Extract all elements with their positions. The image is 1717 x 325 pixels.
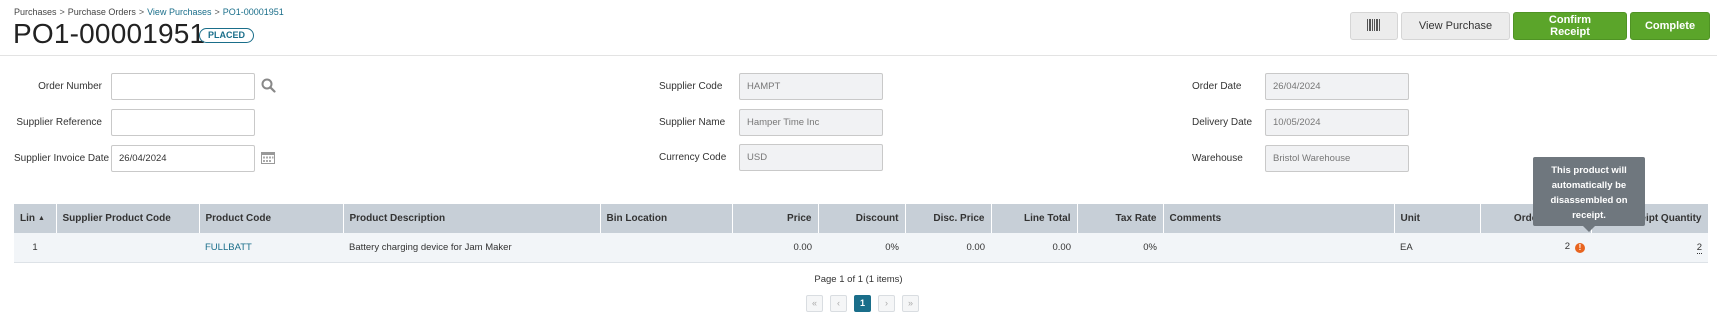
- pagination: « ‹ 1 › »: [806, 295, 919, 312]
- page-title: PO1-00001951: [13, 18, 206, 49]
- cell-comments: [1163, 233, 1394, 263]
- supplier-code-input: [739, 73, 883, 100]
- last-page-icon[interactable]: »: [902, 295, 919, 312]
- currency-code-label: Currency Code: [659, 152, 727, 163]
- supplier-name-field: Supplier Name: [659, 109, 883, 136]
- cell-product-code: FULLBATT: [199, 233, 343, 263]
- supplier-code-field: Supplier Code: [659, 73, 883, 100]
- barcode-icon: [1367, 18, 1381, 34]
- delivery-date-field: Delivery Date: [1192, 109, 1409, 136]
- breadcrumb-purchases[interactable]: Purchases: [14, 7, 57, 17]
- breadcrumb-view-purchases[interactable]: View Purchases: [147, 7, 211, 17]
- warehouse-input: [1265, 145, 1409, 172]
- pager-info: Page 1 of 1 (1 items): [814, 274, 903, 285]
- column-header-bin-location[interactable]: Bin Location: [600, 204, 733, 233]
- breadcrumb: Purchases > Purchase Orders > View Purchases…: [14, 7, 284, 17]
- confirm-receipt-button[interactable]: Confirm Receipt: [1513, 12, 1627, 40]
- column-header-product-code[interactable]: Product Code: [199, 204, 344, 233]
- delivery-date-label: Delivery Date: [1192, 117, 1253, 128]
- column-header-tax-rate[interactable]: Tax Rate: [1077, 204, 1164, 233]
- cell-unit: EA: [1394, 233, 1480, 263]
- warehouse-label: Warehouse: [1192, 153, 1243, 164]
- warning-icon[interactable]: !: [1575, 243, 1585, 254]
- previous-page-icon[interactable]: ‹: [830, 295, 847, 312]
- complete-button[interactable]: Complete: [1630, 12, 1710, 40]
- disassembly-tooltip: This product will automatically be disas…: [1533, 157, 1645, 232]
- view-purchase-button[interactable]: View Purchase: [1401, 12, 1510, 40]
- currency-code-field: Currency Code: [659, 144, 883, 171]
- cell-product-description: Battery charging device for Jam Maker: [343, 233, 600, 263]
- cell-receipt-quantity: 2: [1591, 233, 1708, 263]
- supplier-code-label: Supplier Code: [659, 81, 723, 92]
- order-date-label: Order Date: [1192, 81, 1242, 92]
- supplier-invoice-date-field: Supplier Invoice Date: [14, 145, 275, 172]
- cell-disc-price: 0.00: [905, 233, 991, 263]
- cell-lin: 1: [14, 233, 56, 263]
- table-header-row: Lin ▲ Supplier Product Code Product Code …: [14, 204, 1709, 233]
- cell-tax-rate: 0%: [1077, 233, 1163, 263]
- currency-code-input: [739, 144, 883, 171]
- supplier-invoice-date-label: Supplier Invoice Date: [14, 153, 110, 164]
- delivery-date-input: [1265, 109, 1409, 136]
- barcode-button[interactable]: [1350, 12, 1398, 40]
- supplier-reference-field: Supplier Reference: [0, 109, 255, 136]
- cell-bin-location: [600, 233, 732, 263]
- supplier-name-input: [739, 109, 883, 136]
- supplier-reference-input[interactable]: [111, 109, 255, 136]
- column-header-comments[interactable]: Comments: [1163, 204, 1395, 233]
- column-header-lin[interactable]: Lin ▲: [14, 204, 57, 233]
- breadcrumb-current-po[interactable]: PO1-00001951: [223, 7, 284, 17]
- sort-ascending-icon: ▲: [38, 215, 45, 222]
- order-number-label: Order Number: [38, 81, 102, 92]
- order-number-field: Order Number: [0, 73, 276, 100]
- status-badge: PLACED: [199, 28, 255, 43]
- next-page-icon[interactable]: ›: [878, 295, 895, 312]
- cell-price: 0.00: [732, 233, 818, 263]
- warehouse-field: Warehouse: [1192, 145, 1409, 172]
- column-header-disc-price[interactable]: Disc. Price: [905, 204, 992, 233]
- cell-supplier-product-code: [56, 233, 199, 263]
- search-icon[interactable]: [261, 78, 276, 96]
- column-header-line-total[interactable]: Line Total: [991, 204, 1078, 233]
- purchase-lines-table: Lin ▲ Supplier Product Code Product Code …: [14, 204, 1709, 263]
- receipt-quantity-editable[interactable]: 2: [1696, 241, 1702, 254]
- order-quantity-value: 2: [1564, 241, 1570, 253]
- toolbar: View Purchase Confirm Receipt Complete: [1350, 12, 1710, 40]
- column-header-discount[interactable]: Discount: [818, 204, 906, 233]
- column-header-price[interactable]: Price: [732, 204, 819, 233]
- table-row[interactable]: 1 FULLBATT Battery charging device for J…: [14, 233, 1708, 263]
- supplier-invoice-date-input[interactable]: [111, 145, 255, 172]
- calendar-icon[interactable]: [261, 151, 275, 167]
- page-number-button[interactable]: 1: [854, 295, 871, 312]
- supplier-name-label: Supplier Name: [659, 117, 726, 128]
- cell-order-quantity: 2!: [1480, 233, 1591, 263]
- breadcrumb-purchase-orders[interactable]: Purchase Orders: [68, 7, 136, 17]
- column-header-product-description[interactable]: Product Description: [343, 204, 601, 233]
- first-page-icon[interactable]: «: [806, 295, 823, 312]
- header-divider: [0, 55, 1717, 56]
- order-date-field: Order Date: [1192, 73, 1409, 100]
- column-header-supplier-product-code[interactable]: Supplier Product Code: [56, 204, 200, 233]
- order-date-input: [1265, 73, 1409, 100]
- order-number-input[interactable]: [111, 73, 255, 100]
- column-header-unit[interactable]: Unit: [1394, 204, 1481, 233]
- supplier-reference-label: Supplier Reference: [16, 117, 102, 128]
- cell-line-total: 0.00: [991, 233, 1077, 263]
- product-code-link[interactable]: FULLBATT: [205, 242, 252, 253]
- cell-discount: 0%: [818, 233, 905, 263]
